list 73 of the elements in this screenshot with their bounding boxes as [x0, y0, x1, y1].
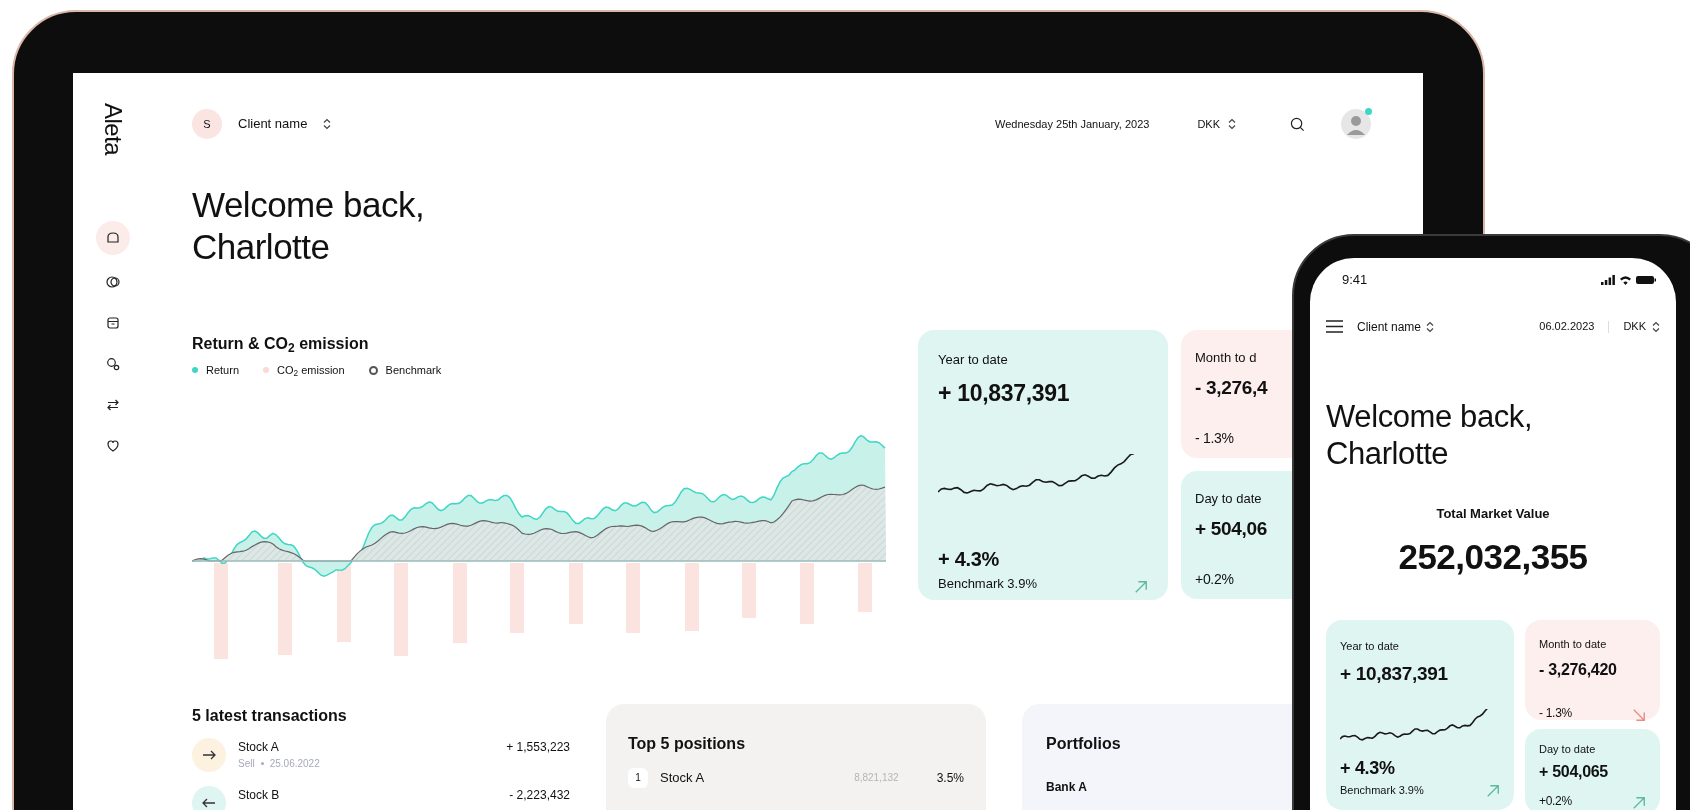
chevron-updown-icon — [1426, 320, 1435, 333]
card-label: Day to date — [1539, 741, 1596, 757]
avatar[interactable] — [1341, 109, 1371, 139]
transaction-type: Sell — [238, 756, 255, 771]
emission-bar — [858, 562, 872, 612]
card-label: Year to date — [938, 351, 1008, 369]
chevron-updown-icon — [1228, 118, 1236, 130]
chart-title: Return & CO$_{2}$ emission — [192, 334, 370, 356]
legend-label: CO$_{2}$ emission — [277, 363, 345, 379]
card-label: Year to date — [1340, 638, 1399, 654]
card-percent: +0.2% — [1195, 570, 1234, 589]
emission-bar — [626, 562, 640, 633]
card-value: - 3,276,4 — [1195, 375, 1268, 400]
benchmark-label: Benchmark 3.9% — [938, 575, 1037, 593]
status-time: 9:41 — [1342, 271, 1368, 289]
section-title: Portfolios — [1046, 733, 1122, 754]
card-label: Month to d — [1195, 349, 1257, 367]
rank-badge: 1 — [628, 767, 648, 788]
chevron-updown-icon — [323, 118, 332, 130]
client-initial-avatar: S — [192, 109, 222, 139]
position-name: Stock A — [660, 768, 706, 787]
signal-icon — [1601, 274, 1615, 285]
card-value: + 10,837,391 — [1340, 662, 1448, 687]
client-name-selector[interactable]: Client name — [238, 114, 308, 134]
position-value: 8,821,132 — [854, 771, 899, 785]
card-value: + 504,06 — [1195, 516, 1268, 541]
card-percent: +0.2% — [1539, 793, 1572, 810]
transaction-amount: - 2,223,432 — [509, 786, 570, 804]
menu-icon[interactable] — [1326, 320, 1343, 333]
total-label: Total Market Value — [1435, 504, 1551, 523]
transaction-name: Stock A — [238, 738, 280, 756]
portfolio-name: Bank A — [1046, 778, 1088, 796]
card-percent: - 1.3% — [1539, 705, 1572, 723]
emission-bar — [510, 562, 524, 633]
date-label: 06.02.2023 — [1539, 319, 1595, 335]
nav-item[interactable] — [95, 221, 130, 256]
archive-icon — [104, 315, 121, 332]
position-share: 3.5% — [936, 769, 964, 787]
overlapping-circles-icon — [104, 274, 121, 291]
card-value: + 504,065 — [1539, 762, 1608, 783]
legend-label: Benchmark — [385, 363, 442, 378]
emission-bar — [569, 562, 583, 624]
card-percent: - 1.3% — [1195, 429, 1234, 448]
circles-icon — [104, 356, 121, 373]
search-icon[interactable] — [1290, 116, 1305, 132]
separator-dot — [260, 761, 264, 765]
client-name-selector[interactable]: Client name — [1357, 317, 1422, 336]
emission-bar — [800, 562, 814, 624]
section-title: 5 latest transactions — [192, 705, 348, 726]
welcome-heading: Welcome back, Charlotte — [1326, 397, 1534, 472]
transaction-date: 25.06.2022 — [269, 756, 320, 771]
card-value: + 10,837,391 — [938, 378, 1070, 408]
card-label: Day to date — [1195, 490, 1262, 508]
date-label: Wednesday 25th January, 2023 — [995, 116, 1150, 132]
chevron-updown-icon — [1652, 320, 1660, 333]
welcome-heading: Welcome back, Charlotte — [192, 184, 426, 268]
total-value: 252,032,355 — [1397, 536, 1589, 579]
legend-label: Return — [206, 363, 240, 378]
transaction-amount: + 1,553,223 — [506, 738, 570, 756]
currency-selector[interactable]: DKK — [1197, 115, 1220, 133]
emission-bar — [685, 562, 699, 631]
transaction-name: Stock B — [238, 786, 281, 804]
card-label: Month to date — [1539, 636, 1607, 652]
wifi-icon — [1619, 274, 1632, 285]
benchmark-label: Benchmark 3.9% — [1340, 782, 1424, 798]
section-title: Top 5 positions — [628, 733, 747, 754]
card-percent: + 4.3% — [938, 547, 1000, 572]
battery-icon — [1636, 274, 1656, 285]
currency-selector[interactable]: DKK — [1623, 318, 1646, 335]
card-value: - 3,276,420 — [1539, 660, 1617, 681]
emission-bar — [742, 562, 756, 618]
logo: Aleta — [100, 103, 125, 156]
card-percent: + 4.3% — [1340, 756, 1395, 780]
